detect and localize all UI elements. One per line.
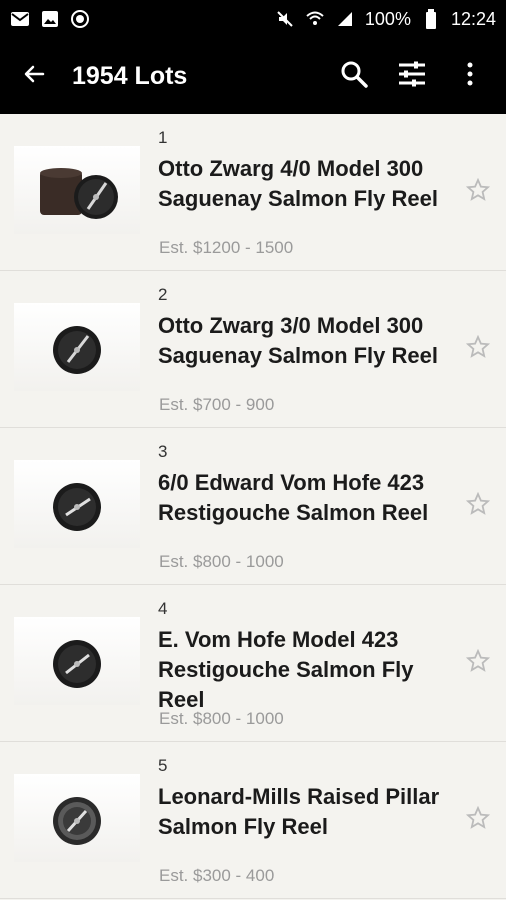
filter-icon [397, 60, 427, 93]
mail-icon [10, 9, 30, 29]
lot-thumbnail [14, 146, 140, 234]
lot-row[interactable]: 3 6/0 Edward Vom Hofe 423 Restigouche Sa… [0, 428, 506, 585]
lot-number: 1 [158, 128, 168, 147]
lot-thumbnail [14, 617, 140, 705]
favorite-button[interactable] [460, 114, 496, 270]
more-vert-icon [466, 62, 474, 91]
lot-thumbnail [14, 774, 140, 862]
favorite-button[interactable] [460, 742, 496, 898]
lot-estimate: Est. $1200 - 1500 [159, 238, 294, 257]
lot-list: 1 Otto Zwarg 4/0 Model 300 Saguenay Salm… [0, 114, 506, 899]
battery-text: 100% [364, 8, 411, 29]
lot-row[interactable]: 2 Otto Zwarg 3/0 Model 300 Saguenay Salm… [0, 271, 506, 428]
lot-row[interactable]: 1 Otto Zwarg 4/0 Model 300 Saguenay Salm… [0, 114, 506, 271]
lot-estimate: Est. $300 - 400 [159, 866, 275, 885]
lot-number: 4 [158, 599, 168, 618]
lot-name: E. Vom Hofe Model 423 Restigouche Salmon… [158, 627, 414, 712]
star-outline-icon [465, 491, 491, 521]
page-title: 1954 Lots [72, 61, 188, 90]
favorite-button[interactable] [460, 428, 496, 584]
filter-button[interactable] [390, 54, 434, 98]
lot-row[interactable]: 4 E. Vom Hofe Model 423 Restigouche Salm… [0, 585, 506, 742]
lot-thumbnail [14, 460, 140, 548]
search-button[interactable] [332, 54, 376, 98]
lot-estimate: Est. $800 - 1000 [159, 709, 284, 728]
clock-text: 12:24 [450, 8, 496, 29]
sync-icon [70, 9, 90, 29]
star-outline-icon [465, 805, 491, 835]
status-bar: 100% 12:24 [0, 0, 506, 38]
star-outline-icon [465, 334, 491, 364]
status-left [10, 9, 90, 29]
lot-name: Leonard-Mills Raised Pillar Salmon Fly R… [158, 784, 440, 839]
star-outline-icon [465, 648, 491, 678]
lot-estimate: Est. $700 - 900 [159, 395, 275, 414]
lot-row[interactable]: 5 Leonard-Mills Raised Pillar Salmon Fly… [0, 742, 506, 899]
app-bar: 1954 Lots [0, 38, 506, 114]
lot-name: Otto Zwarg 4/0 Model 300 Saguenay Salmon… [158, 156, 438, 211]
lot-number: 2 [158, 285, 168, 304]
wifi-icon [305, 9, 325, 29]
favorite-button[interactable] [460, 585, 496, 741]
lot-number: 3 [158, 442, 168, 461]
status-right: 100% 12:24 [275, 9, 496, 30]
back-button[interactable] [14, 55, 56, 97]
more-options-button[interactable] [448, 54, 492, 98]
lot-thumbnail [14, 303, 140, 391]
image-icon [40, 9, 60, 29]
lot-number: 5 [158, 756, 168, 775]
lot-name: Otto Zwarg 3/0 Model 300 Saguenay Salmon… [158, 313, 438, 368]
star-outline-icon [465, 177, 491, 207]
signal-icon [335, 9, 355, 29]
lot-estimate: Est. $800 - 1000 [159, 552, 284, 571]
mute-icon [275, 9, 295, 29]
favorite-button[interactable] [460, 271, 496, 427]
back-arrow-icon [23, 62, 47, 91]
lot-name: 6/0 Edward Vom Hofe 423 Restigouche Salm… [158, 470, 429, 525]
battery-icon [421, 9, 441, 29]
search-icon [339, 59, 369, 94]
